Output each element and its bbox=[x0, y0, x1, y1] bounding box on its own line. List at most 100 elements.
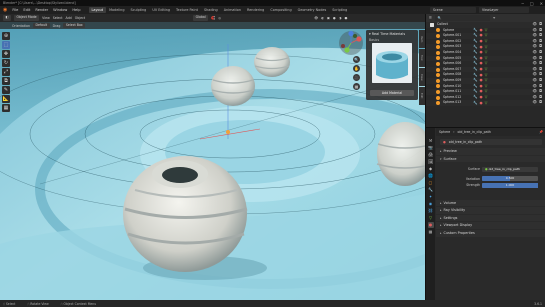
transform-orientation-select[interactable]: Global bbox=[193, 15, 209, 21]
mesh-data-icon[interactable]: ▽ bbox=[485, 78, 488, 83]
3d-viewport[interactable]: ◧ Object Mode View Select Add Object Glo… bbox=[0, 14, 425, 300]
menu-help[interactable]: Help bbox=[72, 8, 80, 12]
maximize-icon[interactable]: □ bbox=[530, 1, 534, 6]
add-material-button[interactable]: Add Material bbox=[370, 90, 414, 96]
modifier-wrench-icon[interactable]: 🔧 bbox=[473, 67, 477, 72]
section-surface[interactable]: ▾ Surface bbox=[436, 155, 545, 163]
mesh-data-icon[interactable]: ▽ bbox=[485, 89, 488, 94]
workspace-tab-sculpting[interactable]: Sculpting bbox=[128, 7, 150, 13]
mesh-data-icon[interactable]: ▽ bbox=[485, 84, 488, 89]
modifier-wrench-icon[interactable]: 🔧 bbox=[473, 73, 477, 78]
transform-icon[interactable]: ⧉ bbox=[2, 77, 10, 85]
modifier-wrench-icon[interactable]: 🔧 bbox=[473, 89, 477, 94]
material-icon[interactable]: ● bbox=[479, 39, 482, 44]
modifier-wrench-icon[interactable]: 🔧 bbox=[473, 45, 477, 50]
mesh-data-icon[interactable]: ▽ bbox=[485, 45, 488, 50]
modifier-wrench-icon[interactable]: 🔧 bbox=[473, 50, 477, 55]
outliner-item[interactable]: Sphere.013 🔧 ● ▽ 👁 ◘ bbox=[426, 100, 545, 106]
orientation-select[interactable]: Default bbox=[33, 22, 50, 29]
material-icon[interactable]: ● bbox=[479, 89, 482, 94]
mesh-data-icon[interactable]: ▽ bbox=[485, 61, 488, 66]
material-icon[interactable]: ● bbox=[479, 45, 482, 50]
physics-tab-icon[interactable]: ◉ bbox=[428, 201, 434, 207]
workspace-tab-modeling[interactable]: Modeling bbox=[106, 7, 127, 13]
navigation-gizmo[interactable] bbox=[338, 30, 364, 56]
modifier-wrench-icon[interactable]: 🔧 bbox=[473, 101, 477, 106]
view-layer-field[interactable]: ViewLayer bbox=[479, 7, 529, 13]
snap-icon[interactable]: 🧲 bbox=[211, 16, 215, 20]
menu-window[interactable]: Window bbox=[53, 8, 67, 12]
workspace-tab-geometry-nodes[interactable]: Geometry Nodes bbox=[295, 7, 330, 13]
section-preview[interactable]: ▸ Preview bbox=[436, 148, 545, 155]
object-tab-icon[interactable]: ▢ bbox=[428, 180, 434, 186]
workspace-tab-uv-editing[interactable]: UV Editing bbox=[149, 7, 173, 13]
move-icon[interactable]: ✥ bbox=[2, 50, 10, 58]
section-volume[interactable]: ▸ Volume bbox=[436, 199, 545, 207]
material-icon[interactable]: ● bbox=[479, 84, 482, 89]
view-layer-tab-icon[interactable]: 🖼 bbox=[428, 159, 434, 165]
visibility-eye-icon[interactable]: 👁 bbox=[532, 100, 537, 106]
modifier-tab-icon[interactable]: 🔧 bbox=[428, 187, 434, 193]
mesh-data-icon[interactable]: ▽ bbox=[485, 101, 488, 106]
output-tab-icon[interactable]: 🖨 bbox=[428, 152, 434, 158]
mesh-data-icon[interactable]: ▽ bbox=[485, 95, 488, 100]
annotate-icon[interactable]: ✎ bbox=[2, 86, 10, 94]
menu-render[interactable]: Render bbox=[35, 8, 48, 12]
shading-solid-icon[interactable]: ● bbox=[333, 16, 336, 20]
panel-title[interactable]: ▾ Real Time Materials bbox=[366, 30, 418, 38]
variation-slider[interactable]: 0.500 bbox=[482, 176, 538, 182]
material-tab-icon[interactable]: ● bbox=[427, 222, 434, 228]
xray-icon[interactable]: ▣ bbox=[327, 16, 330, 20]
mesh-data-icon[interactable]: ▽ bbox=[485, 33, 488, 38]
material-icon[interactable]: ● bbox=[479, 33, 482, 38]
workspace-tab-animation[interactable]: Animation bbox=[221, 7, 244, 13]
menu-edit[interactable]: Edit bbox=[23, 8, 30, 12]
add-cube-icon[interactable]: ▦ bbox=[2, 104, 10, 112]
scale-icon[interactable]: ⤢ bbox=[2, 68, 10, 76]
strength-slider[interactable]: 1.000 bbox=[482, 182, 538, 188]
select-box-icon[interactable]: ⬚ bbox=[2, 41, 10, 49]
section-ray-visibility[interactable]: ▸ Ray Visibility bbox=[436, 207, 545, 214]
modifier-wrench-icon[interactable]: 🔧 bbox=[473, 78, 477, 83]
mesh-data-icon[interactable]: ▽ bbox=[485, 50, 488, 55]
texture-tab-icon[interactable]: ▦ bbox=[428, 229, 434, 235]
minimize-icon[interactable]: ─ bbox=[521, 1, 523, 6]
menu-file[interactable]: File bbox=[12, 8, 18, 12]
modifier-wrench-icon[interactable]: 🔧 bbox=[473, 95, 477, 100]
scene-render[interactable] bbox=[0, 14, 425, 300]
workspace-tab-layout[interactable]: Layout bbox=[88, 7, 107, 13]
mesh-data-icon[interactable]: ▽ bbox=[485, 67, 488, 72]
menu-view[interactable]: View bbox=[42, 16, 50, 20]
material-icon[interactable]: ● bbox=[479, 28, 482, 33]
modifier-wrench-icon[interactable]: 🔧 bbox=[473, 61, 477, 66]
material-icon[interactable]: ● bbox=[479, 61, 482, 66]
cursor-icon[interactable]: ⊕ bbox=[2, 32, 10, 40]
mesh-data-icon[interactable]: ▽ bbox=[485, 28, 488, 33]
tool-tab-icon[interactable]: ⚒ bbox=[428, 138, 434, 144]
workspace-tab-rendering[interactable]: Rendering bbox=[244, 7, 267, 13]
mesh-data-icon[interactable]: ▽ bbox=[485, 39, 488, 44]
workspace-tab-shading[interactable]: Shading bbox=[201, 7, 221, 13]
visibility-icon[interactable]: 👁 bbox=[314, 16, 318, 20]
overlays-icon[interactable]: ◐ bbox=[321, 16, 324, 20]
section-viewport-display[interactable]: ▸ Viewport Display bbox=[436, 222, 545, 230]
zoom-icon[interactable]: 🔍 bbox=[353, 56, 360, 63]
surface-shader-field[interactable]: ● old_tree_in_clip_path bbox=[482, 166, 538, 172]
workspace-tab-texture-paint[interactable]: Texture Paint bbox=[173, 7, 201, 13]
render-camera-icon[interactable]: ◘ bbox=[539, 100, 542, 106]
material-slot-selector[interactable]: ● old_tree_in_clip_path bbox=[440, 139, 542, 145]
pan-icon[interactable]: ✋ bbox=[353, 65, 360, 72]
camera-view-icon[interactable]: 🎥 bbox=[353, 74, 360, 81]
pin-icon[interactable]: 📌 bbox=[539, 130, 543, 134]
particles-tab-icon[interactable]: ✦ bbox=[428, 194, 434, 200]
material-preview-thumbnail[interactable] bbox=[372, 43, 412, 83]
mode-select[interactable]: Object Mode bbox=[14, 15, 40, 21]
measure-icon[interactable]: 📐 bbox=[2, 95, 10, 103]
shading-material-icon[interactable]: ◑ bbox=[339, 16, 342, 20]
mesh-data-icon[interactable]: ▽ bbox=[485, 56, 488, 61]
material-icon[interactable]: ● bbox=[479, 67, 482, 72]
material-icon[interactable]: ● bbox=[479, 78, 482, 83]
data-tab-icon[interactable]: ▽ bbox=[428, 215, 434, 221]
grid-icon[interactable]: ▦ bbox=[353, 83, 360, 90]
close-icon[interactable]: ✕ bbox=[540, 1, 543, 6]
